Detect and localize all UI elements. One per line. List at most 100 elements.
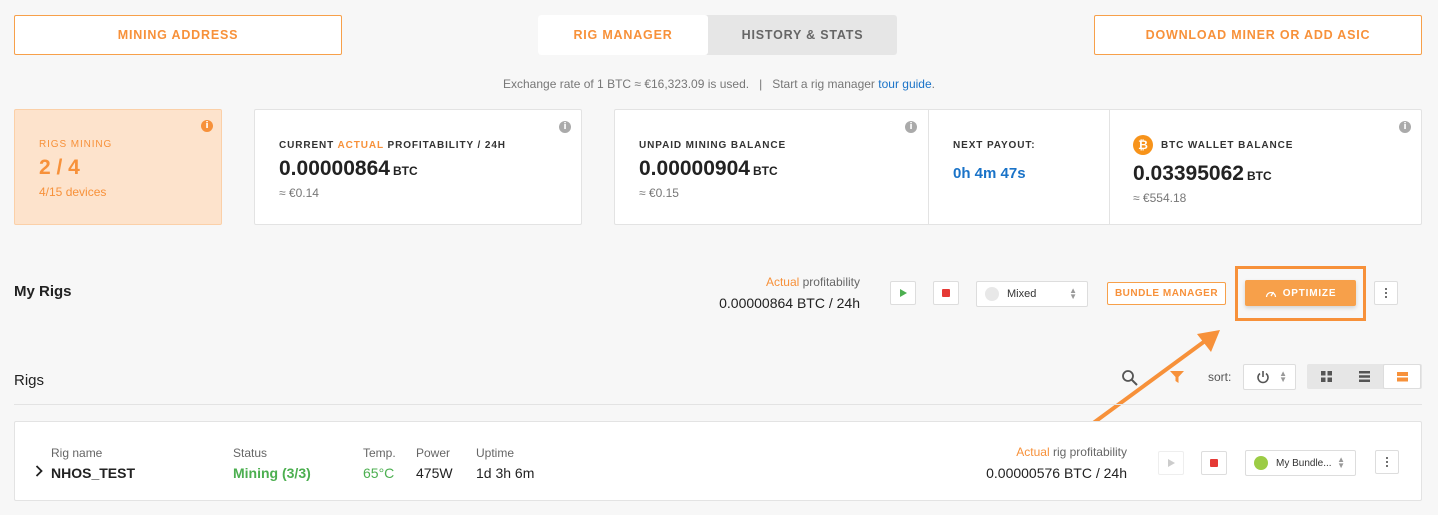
wallet-fiat: ≈ €554.18 xyxy=(1133,191,1187,205)
rig-name-label: Rig name xyxy=(51,446,103,460)
payout-value: 0h 4m 47s xyxy=(953,165,1026,182)
profitability-fiat: ≈ €0.14 xyxy=(279,186,319,200)
uptime-label: Uptime xyxy=(476,446,515,460)
value: 0.00000864 xyxy=(279,157,390,180)
list-view-button[interactable] xyxy=(1345,364,1383,389)
rig-bundle-select[interactable]: My Bundle... ▲ ▼ xyxy=(1245,450,1356,476)
unpaid-value: 0.00000904 BTC xyxy=(639,157,778,181)
actual-profitability-label: Actual profitability xyxy=(640,275,860,289)
value: 0.00000904 xyxy=(639,157,750,180)
mining-address-button[interactable]: MINING ADDRESS xyxy=(14,15,342,55)
info-icon[interactable]: i xyxy=(1399,121,1411,133)
stop-icon xyxy=(942,289,950,297)
actual-word: Actual xyxy=(1016,445,1050,459)
info-icon[interactable]: i xyxy=(559,121,571,133)
search-icon[interactable] xyxy=(1121,369,1139,387)
updown-icon: ▲ ▼ xyxy=(1279,369,1287,384)
uptime-value: 1d 3h 6m xyxy=(476,465,535,481)
unit: BTC xyxy=(392,164,418,178)
power-label: Power xyxy=(416,446,451,460)
tour-suffix: . xyxy=(931,77,935,91)
tour-prefix: Start a rig manager xyxy=(772,77,875,91)
status-label: Status xyxy=(233,446,268,460)
mode-value: Mixed xyxy=(1007,288,1037,300)
stop-all-button[interactable] xyxy=(933,281,959,305)
bundle-value: My Bundle... xyxy=(1276,457,1332,469)
value: 0.03395062 xyxy=(1133,162,1244,185)
mode-dot xyxy=(985,287,999,301)
sort-label: sort: xyxy=(1208,370,1232,384)
detail-list-icon xyxy=(1396,372,1408,382)
power-value: 475W xyxy=(416,465,453,481)
label-suffix: PROFITABILITY / 24H xyxy=(383,140,506,151)
wallet-label: BTC WALLET BALANCE xyxy=(1161,140,1294,151)
grid-view-button[interactable] xyxy=(1307,364,1345,389)
rig-profitability-label: Actual rig profitability xyxy=(895,445,1127,459)
temp-label: Temp. xyxy=(363,446,396,460)
rig-profitability-value: 0.00000576 BTC / 24h xyxy=(986,465,1127,481)
play-icon xyxy=(900,289,907,297)
label-prefix: CURRENT xyxy=(279,140,338,151)
rigs-title: Rigs xyxy=(14,372,45,389)
optimize-label: OPTIMIZE xyxy=(1282,287,1337,299)
optimize-button[interactable]: OPTIMIZE xyxy=(1245,280,1356,306)
bundle-dot xyxy=(1254,456,1268,470)
main-tabs: RIG MANAGER HISTORY & STATS xyxy=(538,15,897,55)
profitability-value: 0.00000864 BTC xyxy=(279,157,418,181)
sort-select[interactable]: ▲ ▼ xyxy=(1243,364,1296,390)
gauge-icon xyxy=(1265,291,1276,298)
info-icon[interactable]: i xyxy=(201,120,213,132)
rig-start-button[interactable] xyxy=(1158,451,1184,475)
divider xyxy=(1109,110,1110,224)
balance-card: i UNPAID MINING BALANCE 0.00000904 BTC ≈ … xyxy=(614,109,1422,225)
power-icon xyxy=(1257,371,1269,384)
list-icon xyxy=(1358,371,1370,382)
bitcoin-icon: ₿ xyxy=(1133,135,1153,155)
tab-rig-manager[interactable]: RIG MANAGER xyxy=(538,15,708,55)
divider xyxy=(928,110,929,224)
rigs-devices: 4/15 devices xyxy=(39,185,107,199)
unit: BTC xyxy=(752,164,778,178)
tab-history-stats[interactable]: HISTORY & STATS xyxy=(708,15,897,55)
play-icon xyxy=(1168,459,1175,467)
stop-icon xyxy=(1210,459,1218,467)
section-divider xyxy=(14,404,1422,405)
unit: BTC xyxy=(1246,169,1272,183)
label-actual: ACTUAL xyxy=(337,140,384,151)
updown-icon: ▲ ▼ xyxy=(1337,455,1345,470)
profitability-word: profitability xyxy=(799,275,860,289)
profitability-card: i CURRENT ACTUAL PROFITABILITY / 24H 0.0… xyxy=(254,109,582,225)
rig-profitability-word: rig profitability xyxy=(1049,445,1127,459)
my-rigs-title: My Rigs xyxy=(14,283,72,300)
detail-view-button[interactable] xyxy=(1383,364,1421,389)
rig-stop-button[interactable] xyxy=(1201,451,1227,475)
start-all-button[interactable] xyxy=(890,281,916,305)
unpaid-fiat: ≈ €0.15 xyxy=(639,186,679,200)
status-value: Mining (3/3) xyxy=(233,465,311,481)
grid-icon xyxy=(1320,371,1332,382)
rig-row[interactable]: Rig name NHOS_TEST Status Mining (3/3) T… xyxy=(14,421,1422,501)
temp-value: 65°C xyxy=(363,465,395,481)
exchange-rate-text: Exchange rate of 1 BTC ≈ €16,323.09 is u… xyxy=(503,77,750,91)
rig-name[interactable]: NHOS_TEST xyxy=(51,465,135,481)
separator: | xyxy=(759,77,763,91)
rigs-mining-value: 2 / 4 xyxy=(39,156,80,179)
filter-icon[interactable] xyxy=(1169,370,1185,385)
tour-guide-link[interactable]: tour guide xyxy=(878,77,931,91)
actual-profitability-value: 0.00000864 BTC / 24h xyxy=(719,295,860,311)
profitability-label: CURRENT ACTUAL PROFITABILITY / 24H xyxy=(279,140,506,151)
actual-word: Actual xyxy=(765,275,800,289)
more-options-button[interactable] xyxy=(1374,281,1398,305)
updown-icon: ▲ ▼ xyxy=(1069,286,1077,301)
exchange-rate-line: Exchange rate of 1 BTC ≈ €16,323.09 is u… xyxy=(0,77,1438,91)
rig-more-options-button[interactable] xyxy=(1375,450,1399,474)
info-icon[interactable]: i xyxy=(905,121,917,133)
view-toggle xyxy=(1307,364,1422,389)
rigs-mining-card: i RIGS MINING 2 / 4 4/15 devices xyxy=(14,109,222,225)
download-miner-button[interactable]: DOWNLOAD MINER OR ADD ASIC xyxy=(1094,15,1422,55)
chevron-right-icon[interactable] xyxy=(35,465,43,477)
wallet-value: 0.03395062 BTC xyxy=(1133,162,1272,186)
payout-label: NEXT PAYOUT: xyxy=(953,140,1036,151)
mode-select[interactable]: Mixed ▲ ▼ xyxy=(976,281,1088,307)
bundle-manager-button[interactable]: BUNDLE MANAGER xyxy=(1107,282,1226,305)
